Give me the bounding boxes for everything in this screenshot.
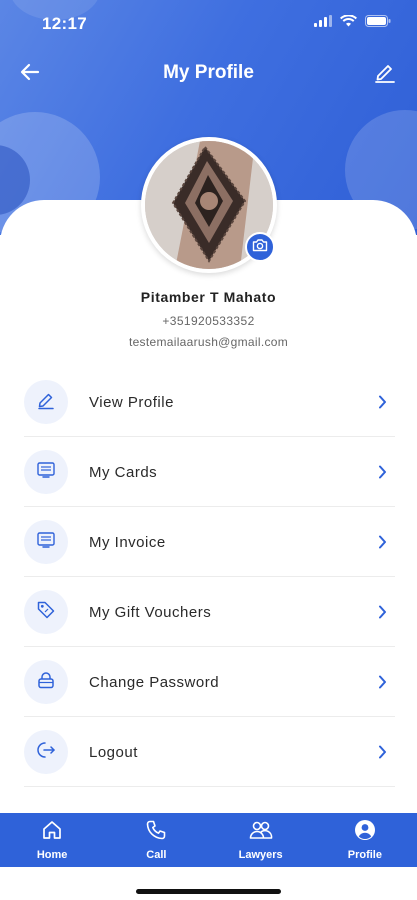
tab-profile[interactable]: Profile bbox=[313, 813, 417, 867]
profile-email: testemailaarush@gmail.com bbox=[128, 335, 289, 349]
lock-icon bbox=[36, 670, 56, 695]
status-time: 12:17 bbox=[42, 14, 87, 33]
phone-icon bbox=[145, 819, 167, 846]
menu-item-label: My Invoice bbox=[89, 533, 166, 551]
menu-icon-wrap bbox=[24, 660, 68, 704]
status-icons bbox=[314, 14, 391, 32]
menu-icon-wrap bbox=[24, 520, 68, 564]
profile-menu: View Profile My Cards My Invoice My Gift… bbox=[0, 367, 417, 865]
chevron-right-icon bbox=[375, 675, 389, 689]
menu-item-label: My Cards bbox=[89, 463, 158, 481]
tab-label: Lawyers bbox=[238, 849, 283, 861]
menu-item-my-cards[interactable]: My Cards bbox=[0, 437, 417, 507]
chevron-right-icon bbox=[375, 605, 389, 619]
menu-item-view-profile[interactable]: View Profile bbox=[0, 367, 417, 437]
nav-bar: My Profile bbox=[0, 56, 417, 92]
invoice-icon bbox=[36, 531, 56, 554]
chevron-right-icon bbox=[375, 465, 389, 479]
status-bar: 12:17 bbox=[0, 0, 417, 46]
menu-item-label: My Gift Vouchers bbox=[89, 603, 212, 621]
menu-item-my-invoice[interactable]: My Invoice bbox=[0, 507, 417, 577]
tab-call[interactable]: Call bbox=[104, 813, 208, 867]
menu-item-label: Logout bbox=[89, 743, 138, 761]
edit-profile-button[interactable] bbox=[371, 60, 399, 88]
chevron-right-icon bbox=[375, 535, 389, 549]
tab-label: Home bbox=[36, 849, 68, 861]
page-title: My Profile bbox=[163, 62, 254, 83]
camera-icon bbox=[252, 238, 268, 257]
wifi-icon bbox=[340, 14, 357, 32]
menu-icon-wrap bbox=[24, 450, 68, 494]
home-indicator[interactable] bbox=[136, 889, 281, 894]
users-icon bbox=[248, 819, 274, 846]
menu-item-gift-vouchers[interactable]: My Gift Vouchers bbox=[0, 577, 417, 647]
tab-lawyers[interactable]: Lawyers bbox=[209, 813, 313, 867]
chevron-right-icon bbox=[375, 395, 389, 409]
tab-label: Profile bbox=[347, 849, 382, 861]
menu-icon-wrap bbox=[24, 730, 68, 774]
menu-icon-wrap bbox=[24, 380, 68, 424]
avatar-container bbox=[141, 137, 277, 273]
home-icon bbox=[41, 819, 63, 846]
logout-icon bbox=[36, 740, 56, 765]
menu-icon-wrap bbox=[24, 590, 68, 634]
user-circle-icon bbox=[354, 819, 376, 846]
signal-icon bbox=[314, 14, 332, 32]
home-indicator-area bbox=[0, 867, 417, 900]
bottom-tab-bar: Home Call Lawyers Profile bbox=[0, 813, 417, 867]
card-icon bbox=[36, 461, 56, 484]
menu-item-change-password[interactable]: Change Password bbox=[0, 647, 417, 717]
chevron-right-icon bbox=[375, 745, 389, 759]
pencil-icon bbox=[374, 61, 396, 88]
menu-item-label: View Profile bbox=[89, 393, 174, 411]
menu-item-logout[interactable]: Logout bbox=[0, 717, 417, 787]
menu-item-label: Change Password bbox=[89, 673, 220, 691]
battery-icon bbox=[365, 14, 391, 32]
pencil-icon bbox=[36, 390, 56, 415]
tab-home[interactable]: Home bbox=[0, 813, 104, 867]
profile-name: Pitamber T Mahato bbox=[140, 289, 277, 305]
tab-label: Call bbox=[146, 849, 167, 861]
tag-icon bbox=[36, 600, 56, 625]
profile-phone: +351920533352 bbox=[162, 314, 255, 328]
change-photo-button[interactable] bbox=[245, 232, 275, 262]
